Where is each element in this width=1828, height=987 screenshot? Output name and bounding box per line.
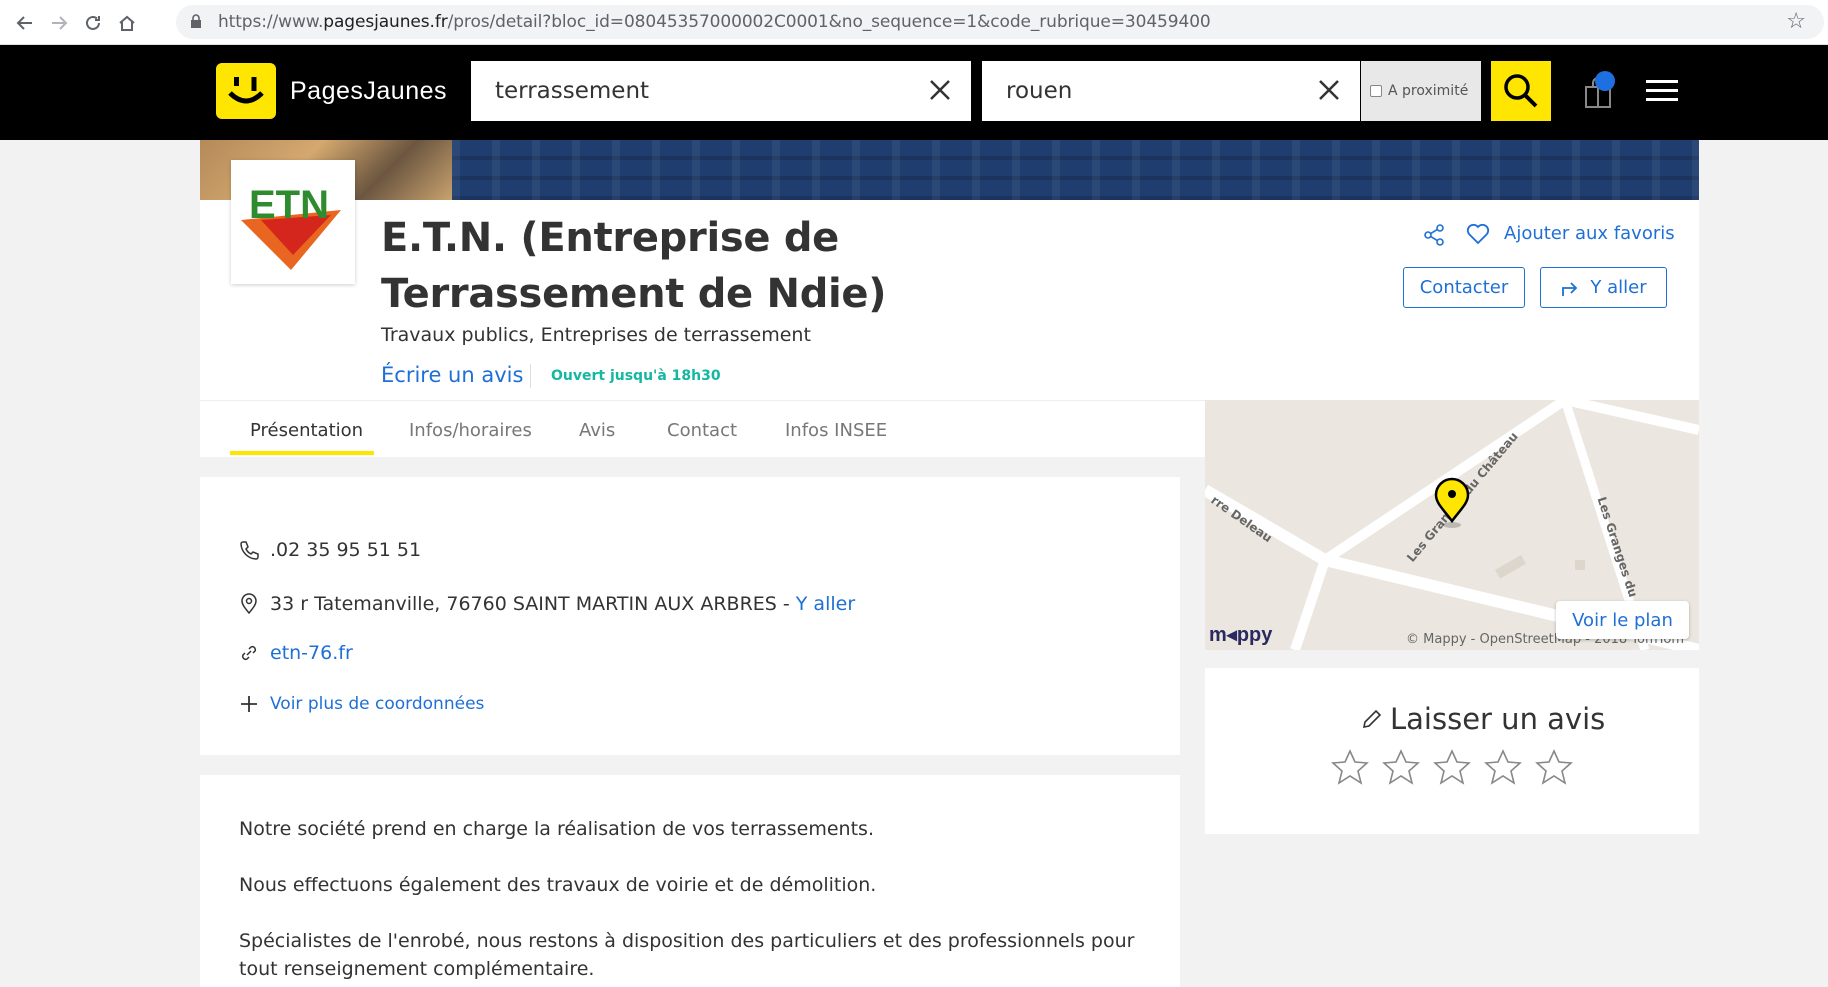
- tab-avis[interactable]: Avis: [579, 420, 615, 441]
- tab-presentation[interactable]: Présentation: [250, 420, 363, 441]
- contact-button[interactable]: Contacter: [1403, 267, 1525, 308]
- address-row: 33 r Tatemanville, 76760 SAINT MARTIN AU…: [238, 593, 855, 615]
- description-paragraph: Notre société prend en charge la réalisa…: [239, 818, 874, 840]
- link-icon: [241, 645, 257, 661]
- divider: [530, 364, 531, 388]
- notification-dot: [1595, 71, 1615, 91]
- star-icon[interactable]: [1483, 748, 1523, 788]
- browser-toolbar: https://www.pagesjaunes.fr/pros/detail?b…: [0, 0, 1828, 45]
- more-contact-link[interactable]: Voir plus de coordonnées: [270, 694, 484, 714]
- proximity-toggle[interactable]: A proximité: [1361, 61, 1481, 121]
- tab-infos-insee[interactable]: Infos INSEE: [785, 420, 887, 441]
- pagesjaunes-logo[interactable]: [216, 63, 276, 119]
- category-link[interactable]: Travaux publics,: [381, 324, 535, 346]
- add-favorites-link[interactable]: Ajouter aux favoris: [1504, 223, 1675, 244]
- star-icon[interactable]: [1381, 748, 1421, 788]
- reload-icon[interactable]: [80, 10, 106, 36]
- proximity-label: A proximité: [1388, 83, 1469, 99]
- tab-bar: Présentation Infos/horaires Avis Contact…: [200, 400, 1205, 457]
- more-contact-row[interactable]: Voir plus de coordonnées: [238, 693, 484, 715]
- svg-text:ETN: ETN: [249, 183, 329, 227]
- phone-number[interactable]: .02 35 95 51 51: [270, 539, 421, 561]
- address-directions-link[interactable]: Y aller: [796, 593, 855, 615]
- website-row[interactable]: etn-76.fr: [238, 642, 353, 664]
- search-where-input[interactable]: rouen: [982, 61, 1360, 121]
- rating-stars: [1330, 748, 1574, 788]
- mappy-logo: m◂ppy: [1209, 624, 1273, 646]
- phone-row[interactable]: .02 35 95 51 51: [238, 539, 421, 561]
- directions-button[interactable]: Y aller: [1540, 267, 1667, 308]
- share-icon[interactable]: [1422, 223, 1446, 247]
- view-plan-button[interactable]: Voir le plan: [1556, 601, 1689, 639]
- address-bar[interactable]: https://www.pagesjaunes.fr/pros/detail?b…: [176, 5, 1824, 39]
- home-icon[interactable]: [114, 10, 140, 36]
- directions-icon: [1562, 281, 1578, 296]
- company-name: E.T.N. (Entreprise de Terrassement de Nd…: [381, 215, 887, 317]
- forward-icon[interactable]: [46, 10, 72, 36]
- smiley-icon: [228, 77, 264, 104]
- heart-icon[interactable]: [1466, 223, 1490, 245]
- location-icon: [241, 593, 257, 615]
- company-categories: Travaux publics, Entreprises de terrasse…: [381, 324, 811, 346]
- write-review-link[interactable]: Écrire un avis: [381, 363, 523, 387]
- url-text: https://www.pagesjaunes.fr/pros/detail?b…: [218, 12, 1211, 32]
- website-link[interactable]: etn-76.fr: [270, 642, 353, 664]
- star-icon[interactable]: [1330, 748, 1370, 788]
- tab-contact[interactable]: Contact: [667, 420, 737, 441]
- clear-icon[interactable]: [1314, 75, 1344, 105]
- bookmark-star-icon[interactable]: ☆: [1786, 9, 1806, 34]
- star-icon[interactable]: [1432, 748, 1472, 788]
- map-pin-icon[interactable]: [1433, 477, 1471, 529]
- tab-infos-horaires[interactable]: Infos/horaires: [409, 420, 532, 441]
- description-paragraph: Spécialistes de l'enrobé, nous restons à…: [239, 930, 1135, 980]
- search-icon: [1504, 74, 1538, 108]
- search-what-input[interactable]: terrassement: [471, 61, 971, 121]
- review-title: Laisser un avis: [1360, 702, 1605, 736]
- lock-icon: [191, 14, 201, 28]
- clear-icon[interactable]: [925, 75, 955, 105]
- plus-icon: [241, 696, 257, 712]
- brand-name[interactable]: PagesJaunes: [290, 77, 447, 106]
- banner-illustration: [452, 140, 1699, 200]
- company-logo: ETN: [231, 160, 355, 284]
- star-icon[interactable]: [1534, 748, 1574, 788]
- active-tab-indicator: [230, 451, 374, 455]
- search-button[interactable]: [1491, 61, 1551, 121]
- category-link[interactable]: Entreprises de terrassement: [535, 324, 811, 346]
- open-status: Ouvert jusqu'à 18h30: [551, 368, 721, 384]
- site-header: PagesJaunes terrassement rouen A proximi…: [0, 45, 1828, 140]
- phone-icon: [240, 541, 259, 560]
- address-text: 33 r Tatemanville, 76760 SAINT MARTIN AU…: [270, 593, 777, 615]
- pencil-icon: [1362, 709, 1382, 729]
- proximity-checkbox[interactable]: [1370, 85, 1382, 97]
- hamburger-menu-icon[interactable]: [1646, 80, 1678, 104]
- back-icon[interactable]: [12, 10, 38, 36]
- description-paragraph: Nous effectuons également des travaux de…: [239, 874, 877, 896]
